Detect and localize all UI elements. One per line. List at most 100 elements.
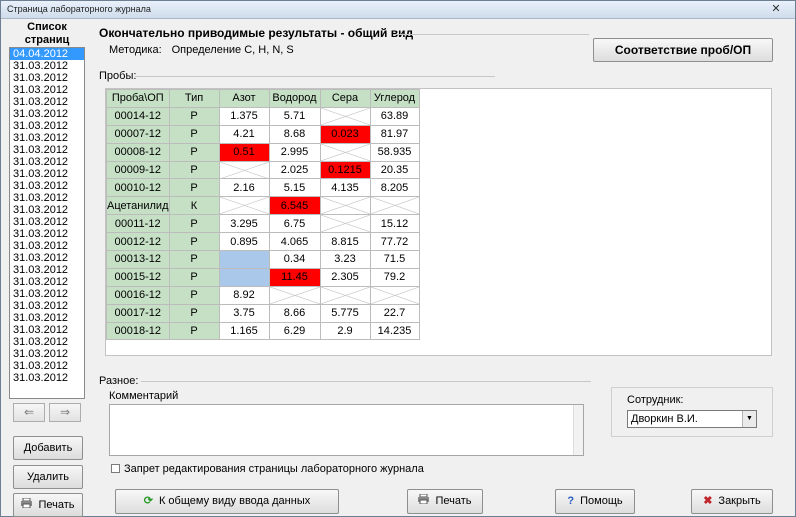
sample-name-cell[interactable]: Ацетанилид <box>106 196 170 216</box>
grid-column-header[interactable]: Проба\ОП <box>106 89 170 108</box>
page-list-item[interactable]: 31.03.2012 <box>10 252 84 264</box>
page-list-item[interactable]: 31.03.2012 <box>10 216 84 228</box>
result-cell[interactable]: 4.135 <box>319 178 371 198</box>
page-list-item[interactable]: 31.03.2012 <box>10 204 84 216</box>
page-list-item[interactable]: 31.03.2012 <box>10 288 84 300</box>
empty-result-cell[interactable] <box>218 160 270 180</box>
sample-type-cell[interactable]: Р <box>168 124 220 144</box>
result-cell[interactable]: 58.935 <box>369 142 420 162</box>
out-of-range-result-cell[interactable]: 0.023 <box>319 124 371 144</box>
result-cell[interactable]: 8.205 <box>369 178 420 198</box>
page-list-item[interactable]: 31.03.2012 <box>10 108 84 120</box>
sample-name-cell[interactable]: 00018-12 <box>106 321 170 341</box>
result-cell[interactable]: 79.2 <box>369 267 420 287</box>
empty-result-cell[interactable] <box>218 196 270 216</box>
close-button[interactable]: ✖ Закрыть <box>691 489 773 514</box>
result-cell[interactable]: 2.305 <box>319 267 371 287</box>
sample-type-cell[interactable]: К <box>168 196 220 216</box>
page-list-item[interactable]: 31.03.2012 <box>10 312 84 324</box>
checkbox-box[interactable] <box>111 464 120 473</box>
help-button[interactable]: ? Помощь <box>555 489 635 514</box>
empty-result-cell[interactable] <box>319 142 371 162</box>
page-list[interactable]: 04.04.2012 31.03.2012 31.03.2012 31.03.2012… <box>9 47 85 399</box>
result-cell[interactable]: 77.72 <box>369 232 420 252</box>
result-cell[interactable]: 15.12 <box>369 214 420 234</box>
comment-scrollbar[interactable] <box>573 405 583 455</box>
prev-page-button[interactable]: ⇐ <box>13 403 45 422</box>
grid-column-header[interactable]: Водород <box>268 89 321 108</box>
print-page-button[interactable]: Печать <box>13 493 83 517</box>
result-cell[interactable]: 1.165 <box>218 321 270 341</box>
sample-type-cell[interactable]: Р <box>168 303 220 323</box>
page-list-item[interactable]: 31.03.2012 <box>10 168 84 180</box>
back-to-overview-button[interactable]: ⟳ К общему виду ввода данных <box>115 489 339 514</box>
sample-name-cell[interactable]: 00011-12 <box>106 214 170 234</box>
sample-type-cell[interactable]: Р <box>168 142 220 162</box>
empty-result-cell[interactable] <box>319 196 371 216</box>
page-list-item[interactable]: 31.03.2012 <box>10 120 84 132</box>
page-list-item[interactable]: 31.03.2012 <box>10 96 84 108</box>
page-list-item[interactable]: 04.04.2012 <box>10 48 84 60</box>
result-cell[interactable]: 6.29 <box>268 321 321 341</box>
result-cell[interactable]: 0.895 <box>218 232 270 252</box>
page-list-item[interactable]: 31.03.2012 <box>10 372 84 384</box>
sample-name-cell[interactable]: 00014-12 <box>106 106 170 126</box>
out-of-range-result-cell[interactable]: 11.45 <box>268 267 321 287</box>
grid-column-header[interactable]: Сера <box>319 89 371 108</box>
selected-result-cell[interactable] <box>218 267 270 287</box>
result-cell[interactable]: 1.375 <box>218 106 270 126</box>
result-cell[interactable]: 63.89 <box>369 106 420 126</box>
empty-result-cell[interactable] <box>319 106 371 126</box>
result-cell[interactable]: 5.15 <box>268 178 321 198</box>
result-cell[interactable]: 2.9 <box>319 321 371 341</box>
result-cell[interactable]: 71.5 <box>369 250 420 269</box>
page-list-item[interactable]: 31.03.2012 <box>10 60 84 72</box>
result-cell[interactable]: 3.23 <box>319 250 371 269</box>
result-cell[interactable]: 3.295 <box>218 214 270 234</box>
result-cell[interactable]: 0.34 <box>268 250 321 269</box>
result-cell[interactable]: 3.75 <box>218 303 270 323</box>
sample-name-cell[interactable]: 00016-12 <box>106 285 170 305</box>
result-cell[interactable]: 2.16 <box>218 178 270 198</box>
page-list-item[interactable]: 31.03.2012 <box>10 336 84 348</box>
delete-page-button[interactable]: Удалить <box>13 465 83 489</box>
page-list-item[interactable]: 31.03.2012 <box>10 156 84 168</box>
comment-input[interactable] <box>109 404 584 456</box>
sample-name-cell[interactable]: 00010-12 <box>106 178 170 198</box>
sample-name-cell[interactable]: 00013-12 <box>106 250 170 269</box>
page-list-item[interactable]: 31.03.2012 <box>10 72 84 84</box>
result-cell[interactable]: 81.97 <box>369 124 420 144</box>
sample-name-cell[interactable]: 00008-12 <box>106 142 170 162</box>
page-list-item[interactable]: 31.03.2012 <box>10 300 84 312</box>
result-cell[interactable]: 8.66 <box>268 303 321 323</box>
result-cell[interactable]: 6.75 <box>268 214 321 234</box>
result-cell[interactable]: 20.35 <box>369 160 420 180</box>
page-list-item[interactable]: 31.03.2012 <box>10 192 84 204</box>
page-list-item[interactable]: 31.03.2012 <box>10 264 84 276</box>
page-list-item[interactable]: 31.03.2012 <box>10 84 84 96</box>
result-cell[interactable]: 4.21 <box>218 124 270 144</box>
page-list-item[interactable]: 31.03.2012 <box>10 324 84 336</box>
out-of-range-result-cell[interactable]: 6.545 <box>268 196 321 216</box>
sample-name-cell[interactable]: 00007-12 <box>106 124 170 144</box>
out-of-range-result-cell[interactable]: 0.51 <box>218 142 270 162</box>
selected-result-cell[interactable] <box>218 250 270 269</box>
add-page-button[interactable]: Добавить <box>13 436 83 460</box>
result-cell[interactable]: 4.065 <box>268 232 321 252</box>
result-cell[interactable]: 8.815 <box>319 232 371 252</box>
result-cell[interactable]: 5.775 <box>319 303 371 323</box>
page-list-item[interactable]: 31.03.2012 <box>10 348 84 360</box>
out-of-range-result-cell[interactable]: 0.1215 <box>319 160 371 180</box>
chevron-down-icon[interactable]: ▼ <box>742 411 756 427</box>
page-list-item[interactable]: 31.03.2012 <box>10 360 84 372</box>
result-cell[interactable]: 5.71 <box>268 106 321 126</box>
sample-name-cell[interactable]: 00015-12 <box>106 267 170 287</box>
empty-result-cell[interactable] <box>319 285 371 305</box>
page-list-item[interactable]: 31.03.2012 <box>10 132 84 144</box>
result-cell[interactable]: 8.68 <box>268 124 321 144</box>
result-cell[interactable]: 2.025 <box>268 160 321 180</box>
window-close-button[interactable]: ✕ <box>765 2 787 16</box>
result-cell[interactable]: 22.7 <box>369 303 420 323</box>
page-list-item[interactable]: 31.03.2012 <box>10 144 84 156</box>
result-cell[interactable]: 2.995 <box>268 142 321 162</box>
